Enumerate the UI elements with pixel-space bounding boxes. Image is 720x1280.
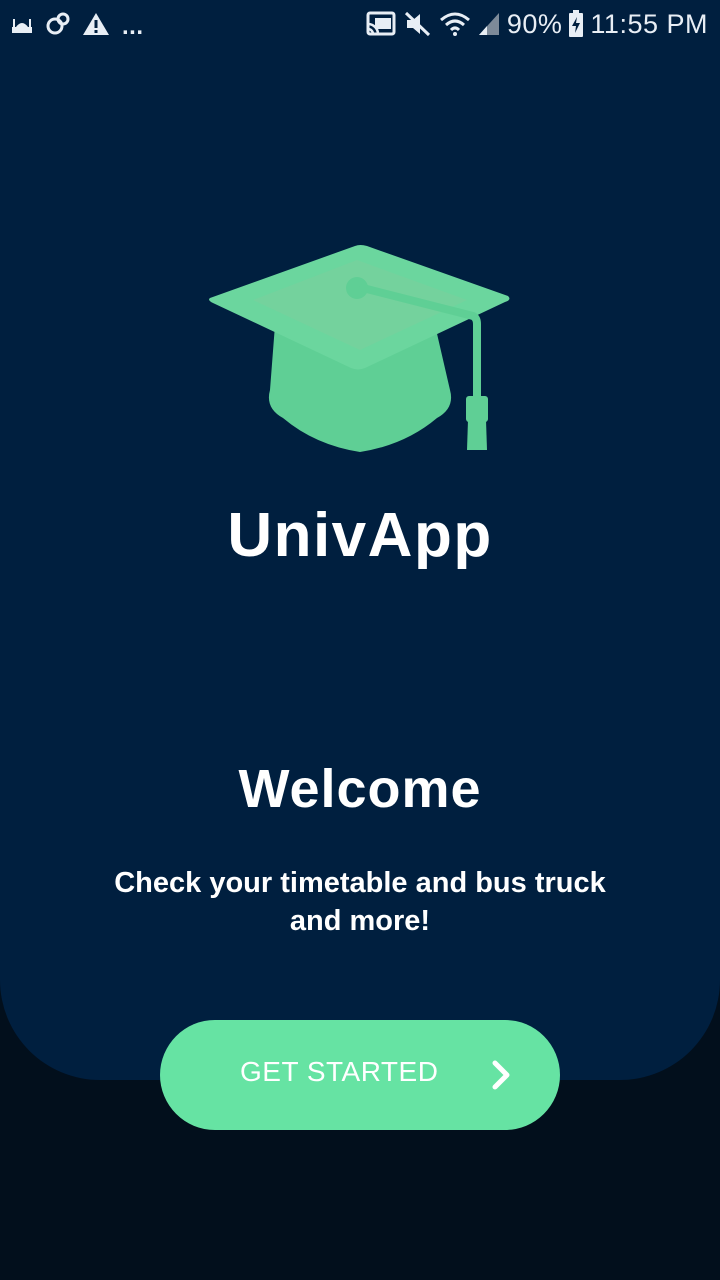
clock: 11:55 PM	[590, 8, 708, 39]
chevron-right-icon	[490, 1059, 512, 1096]
welcome-heading: Welcome	[238, 759, 482, 819]
warning-icon	[82, 11, 110, 37]
welcome-screen: ... 90% 11:55 PM UnivApp Welcome Check y…	[0, 0, 720, 1280]
mosque-notification-icon	[10, 13, 34, 35]
signal-icon	[477, 11, 501, 37]
status-bar: ... 90% 11:55 PM	[0, 0, 720, 48]
cast-icon	[365, 10, 397, 38]
app-title: UnivApp	[227, 501, 493, 570]
battery-charging-icon	[568, 10, 584, 38]
get-started-label: GET STARTED	[240, 1056, 439, 1087]
sync-icon	[44, 10, 72, 38]
wifi-icon	[439, 10, 471, 38]
welcome-subtitle: Check your timetable and bus truck and m…	[114, 867, 606, 937]
get-started-button[interactable]: GET STARTED	[160, 1020, 560, 1130]
mute-icon	[403, 10, 433, 38]
more-notifications-indicator: ...	[122, 13, 144, 40]
battery-percentage: 90%	[506, 8, 563, 39]
status-bar-right: 90% 11:55 PM	[365, 6, 708, 42]
graduation-cap-icon	[205, 240, 515, 460]
status-bar-left: ...	[10, 8, 144, 40]
